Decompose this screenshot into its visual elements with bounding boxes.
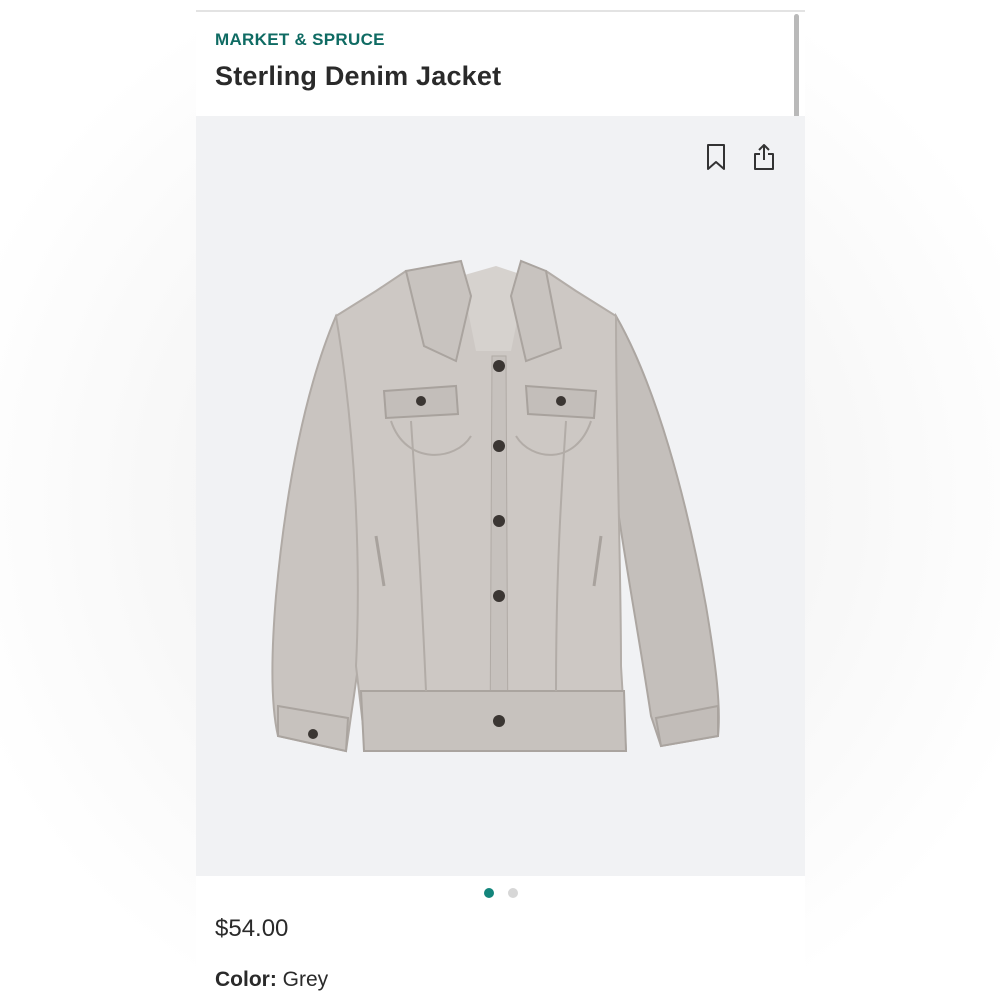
share-button[interactable] bbox=[747, 140, 781, 174]
color-info: Color: Grey bbox=[215, 968, 328, 992]
price: $54.00 bbox=[215, 915, 289, 942]
product-screen: MARKET & SPRUCE Sterling Denim Jacket $5… bbox=[196, 0, 805, 1000]
product-image-gallery[interactable] bbox=[196, 116, 805, 876]
product-title: Sterling Denim Jacket bbox=[215, 61, 502, 91]
pagination-dot-1[interactable] bbox=[483, 888, 494, 898]
brand-name[interactable]: MARKET & SPRUCE bbox=[215, 30, 385, 50]
gallery-pagination bbox=[196, 888, 805, 902]
bookmark-icon bbox=[707, 144, 725, 170]
color-value: Grey bbox=[282, 968, 329, 991]
color-label: Color: bbox=[215, 968, 277, 991]
top-divider bbox=[196, 10, 805, 12]
product-image-jacket bbox=[271, 259, 720, 753]
pagination-dot-2[interactable] bbox=[507, 888, 518, 898]
bookmark-button[interactable] bbox=[699, 140, 733, 174]
share-icon bbox=[754, 144, 774, 170]
